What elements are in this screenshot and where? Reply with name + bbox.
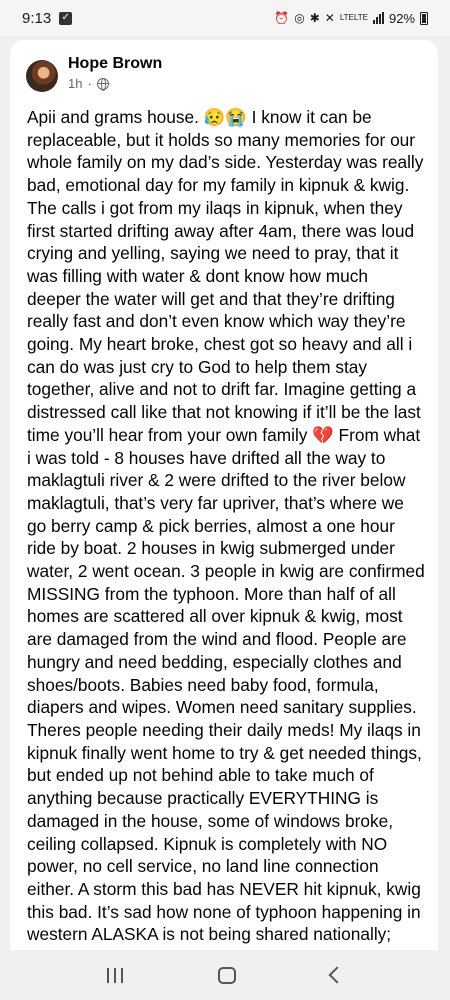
mute-icon: ✕: [324, 11, 335, 25]
globe-icon: [96, 77, 109, 91]
wifi-calling-icon: ◎: [294, 11, 305, 25]
checkbox-notification-icon: ✓: [59, 11, 73, 25]
post-time[interactable]: 1h: [68, 76, 82, 91]
status-left: 9:13 ✓: [22, 9, 73, 27]
author-name[interactable]: Hope Brown: [68, 54, 162, 74]
status-right: ⏰ ◎ ✱ ✕ LTE LTE 92%: [274, 11, 428, 26]
navigation-bar: [0, 950, 450, 1000]
lte-label: LTE: [339, 13, 354, 22]
lte-sub-label: LTE: [353, 13, 368, 22]
recents-icon[interactable]: [107, 967, 124, 983]
home-icon[interactable]: [217, 966, 236, 984]
post-author-block: Hope Brown 1h ·: [68, 54, 162, 91]
battery-icon: [420, 11, 428, 25]
post-card: Hope Brown 1h · Apii and grams house. 😥😭…: [10, 40, 438, 950]
meta-separator: ·: [87, 76, 92, 91]
alarm-icon: ⏰: [274, 11, 290, 25]
back-icon[interactable]: [328, 966, 346, 984]
avatar[interactable]: [26, 60, 58, 92]
post-meta: 1h ·: [68, 76, 162, 91]
status-bar: 9:13 ✓ ⏰ ◎ ✱ ✕ LTE LTE 92%: [0, 0, 450, 36]
battery-percent: 92%: [388, 10, 415, 26]
bluetooth-icon: ✱: [309, 11, 320, 25]
lte-icon: LTE LTE: [340, 14, 368, 22]
status-time: 9:13: [22, 9, 52, 27]
post-header: Hope Brown 1h ·: [10, 40, 438, 92]
signal-icon: [372, 12, 384, 24]
post-text: Apii and grams house. 😥😭 I know it can b…: [27, 107, 425, 950]
